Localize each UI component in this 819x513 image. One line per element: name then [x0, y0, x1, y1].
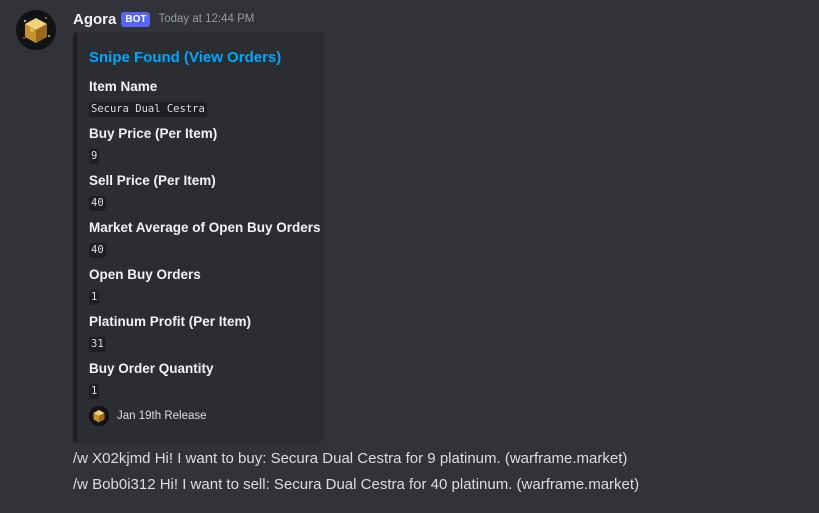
- embed-footer: Jan 19th Release: [89, 406, 207, 426]
- message-header: Agora BOT Today at 12:44 PM: [73, 9, 254, 29]
- timestamp[interactable]: Today at 12:44 PM: [158, 13, 254, 25]
- field-name: Open Buy Orders: [89, 267, 201, 282]
- field-sell-price: Sell Price (Per Item) 40: [89, 172, 319, 211]
- field-name: Buy Order Quantity: [89, 361, 214, 376]
- field-value: 40: [89, 196, 106, 211]
- field-name: Item Name: [89, 79, 158, 94]
- field-name: Sell Price (Per Item): [89, 173, 216, 188]
- field-value: 1: [89, 290, 100, 305]
- field-name: Market Average of Open Buy Orders: [89, 220, 321, 235]
- golden-cube-icon[interactable]: [16, 10, 56, 50]
- field-buy-price: Buy Price (Per Item) 9: [89, 125, 319, 164]
- field-value: 31: [89, 337, 106, 352]
- field-value: 1: [89, 384, 100, 399]
- field-name: Buy Price (Per Item): [89, 126, 218, 141]
- embed-card: Snipe Found (View Orders) Item Name Secu…: [73, 32, 324, 443]
- golden-cube-icon: [89, 406, 109, 426]
- username[interactable]: Agora: [73, 11, 116, 28]
- field-value: 40: [89, 243, 106, 258]
- field-value: 9: [89, 149, 100, 164]
- footer-text: Jan 19th Release: [117, 410, 207, 422]
- whisper-buy-message: /w X02kjmd Hi! I want to buy: Secura Dua…: [73, 450, 628, 467]
- field-buy-order-quantity: Buy Order Quantity 1: [89, 360, 319, 399]
- field-platinum-profit: Platinum Profit (Per Item) 31: [89, 313, 319, 352]
- whisper-sell-message: /w Bob0i312 Hi! I want to sell: Secura D…: [73, 476, 640, 493]
- field-value: Secura Dual Cestra: [89, 102, 207, 117]
- field-name: Platinum Profit (Per Item): [89, 314, 252, 329]
- field-market-average: Market Average of Open Buy Orders 40: [89, 219, 321, 258]
- field-item-name: Item Name Secura Dual Cestra: [89, 78, 319, 117]
- field-open-buy-orders: Open Buy Orders 1: [89, 266, 319, 305]
- embed-title-link[interactable]: Snipe Found (View Orders): [89, 49, 281, 66]
- chat-message: Agora BOT Today at 12:44 PM Snipe Found …: [0, 0, 819, 513]
- bot-badge: BOT: [121, 11, 151, 27]
